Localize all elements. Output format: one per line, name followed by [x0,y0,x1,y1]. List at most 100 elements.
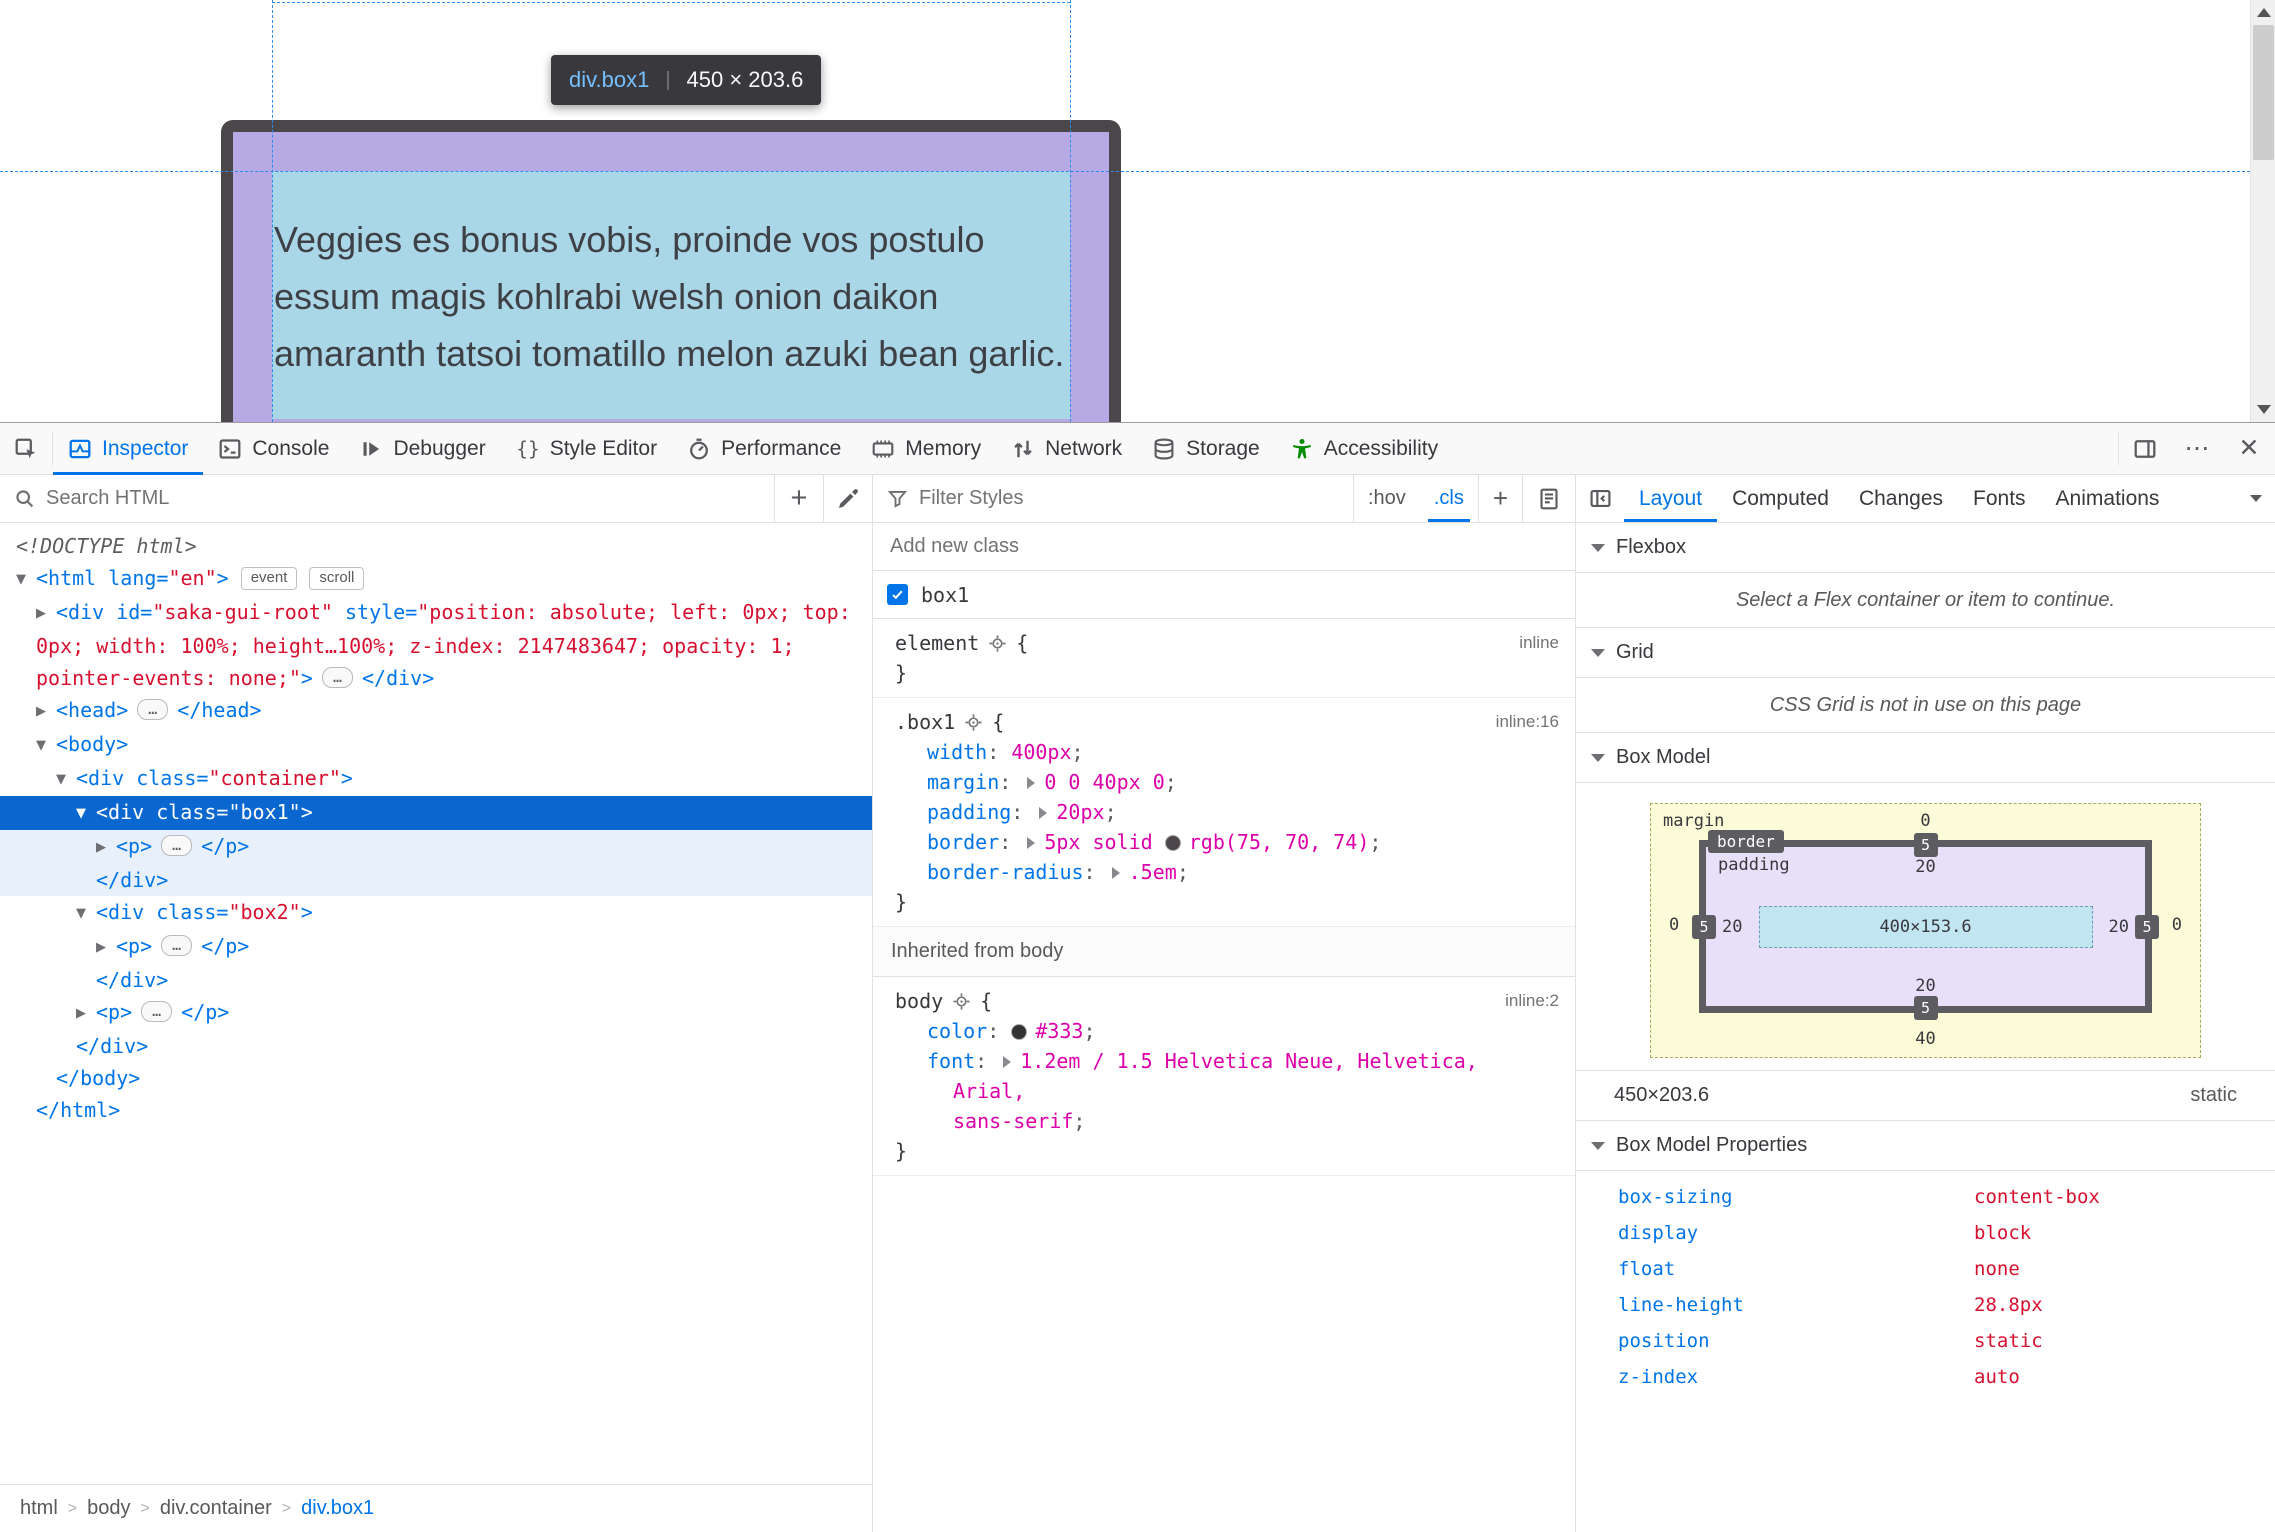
selector-highlighter-icon[interactable] [988,634,1007,653]
padding-right-value[interactable]: 20 [2109,917,2129,937]
property-value-continued[interactable]: sans-serif [953,1109,1073,1133]
rule-source-link[interactable]: inline [1519,628,1559,658]
color-swatch[interactable] [1011,1024,1028,1040]
expand-arrow-icon[interactable]: ▶ [36,598,56,630]
attribute-value[interactable]: "container" [208,766,340,790]
property-value[interactable]: 0 0 40px 0 [1044,770,1164,794]
tool-tab-memory[interactable]: Memory [856,423,996,474]
expand-shorthand-icon[interactable] [1027,777,1036,789]
box-model-content-box[interactable]: 400×153.6 [1758,905,2093,948]
inline-expander[interactable]: … [161,835,193,856]
rule-selector[interactable]: .box1 [895,707,955,737]
property-name[interactable]: border-radius [927,860,1084,884]
selector-highlighter-icon[interactable] [952,992,971,1011]
markup-doctype[interactable]: <!DOCTYPE html> [0,530,872,562]
all-tabs-menu-button[interactable] [2237,475,2275,522]
expand-arrow-icon[interactable]: ▶ [96,932,116,964]
breadcrumb-item-html[interactable]: html [10,1492,68,1525]
add-rule-button[interactable]: + [1477,475,1522,522]
css-declaration[interactable]: color: #333; [895,1016,1559,1046]
markup-node[interactable]: ▶ <div id="saka-gui-root" style="position… [0,596,872,694]
property-name[interactable]: z-index [1618,1366,1974,1388]
sidebar-tab-fonts[interactable]: Fonts [1958,475,2041,522]
rule-source-link[interactable]: inline:16 [1496,707,1559,737]
padding-top-value[interactable]: 20 [1915,857,1935,877]
class-checkbox[interactable] [887,584,908,605]
grid-section-header[interactable]: Grid [1576,628,2275,678]
border-bottom-value[interactable]: 5 [1913,996,1938,1020]
margin-bottom-value[interactable]: 40 [1915,1029,1935,1049]
property-value[interactable]: .5em [1129,860,1177,884]
expand-arrow-icon[interactable]: ▶ [76,998,96,1030]
rule-selector[interactable]: body [895,986,943,1016]
markup-node[interactable]: ▼ <html lang="en"> event scroll [0,562,872,596]
scroll-down-button[interactable] [2251,397,2275,422]
expand-shorthand-icon[interactable] [1027,837,1036,849]
attribute-value[interactable]: "saka-gui-root" [152,600,333,624]
expand-shorthand-icon[interactable] [1039,807,1048,819]
markup-node[interactable]: ▶ <p> … </p> [0,930,872,964]
collapse-arrow-icon[interactable]: ▼ [16,564,36,596]
property-value[interactable]: 400px [1011,740,1071,764]
expand-arrow-icon[interactable]: ▶ [96,832,116,864]
markup-node[interactable]: ▼ <div class="container"> [0,762,872,796]
attribute-value[interactable]: "box1" [228,800,300,824]
attribute-value[interactable]: "box2" [228,900,300,924]
inline-expander[interactable]: … [161,935,193,956]
search-html-input[interactable]: Search HTML [0,475,774,522]
event-badge[interactable]: event [240,567,298,590]
css-declaration[interactable]: border: 5px solid rgb(75, 70, 74); [895,827,1559,857]
markup-closing-tag[interactable]: </div> [0,864,872,896]
markup-closing-tag[interactable]: </div> [0,1030,872,1062]
css-declaration[interactable]: border-radius: .5em; [895,857,1559,887]
markup-closing-tag[interactable]: </body> [0,1062,872,1094]
border-right-value[interactable]: 5 [2135,914,2159,939]
sidebar-tab-changes[interactable]: Changes [1844,475,1958,522]
add-new-class-input[interactable]: Add new class [873,523,1575,571]
property-name[interactable]: display [1618,1222,1974,1244]
border-top-value[interactable]: 5 [1913,833,1938,857]
property-name[interactable]: font [927,1049,975,1073]
markup-node[interactable]: ▼ <div class="box2"> [0,896,872,930]
collapse-arrow-icon[interactable]: ▼ [76,798,96,830]
markup-closing-tag[interactable]: </html> [0,1094,872,1126]
filter-styles-input[interactable]: Filter Styles [873,475,1353,522]
border-left-value[interactable]: 5 [1692,914,1716,939]
margin-right-value[interactable]: 0 [2172,915,2182,935]
breadcrumb-item-div-box1[interactable]: div.box1 [291,1492,384,1525]
tool-tab-inspector[interactable]: Inspector [53,423,204,475]
tool-tab-accessibility[interactable]: Accessibility [1275,423,1453,474]
color-swatch[interactable] [1164,835,1181,851]
tool-tab-performance[interactable]: Performance [672,423,856,474]
property-value[interactable]: 1.2em / 1.5 Helvetica Neue, Helvetica, A… [953,1049,1478,1103]
property-value[interactable]: 20px [1056,800,1104,824]
padding-left-value[interactable]: 20 [1722,917,1742,937]
markup-node[interactable]: ▼ <div class="box1"> [0,796,872,830]
scroll-up-button[interactable] [2251,0,2275,25]
padding-bottom-value[interactable]: 20 [1915,976,1935,996]
add-node-button[interactable]: + [774,475,823,522]
margin-left-value[interactable]: 0 [1669,915,1679,935]
sidebar-tab-animations[interactable]: Animations [2041,475,2175,522]
breadcrumb-item-div-container[interactable]: div.container [150,1492,282,1525]
close-devtools-button[interactable]: ✕ [2223,423,2275,474]
attribute-value[interactable]: "en" [168,566,216,590]
property-name[interactable]: float [1618,1258,1974,1280]
property-name[interactable]: margin [927,770,999,794]
rule-selector[interactable]: element [895,628,979,658]
property-value[interactable]: rgb(75, 70, 74) [1189,830,1370,854]
tool-tab-style-editor[interactable]: {} Style Editor [501,423,672,474]
property-name[interactable]: color [927,1019,987,1043]
breadcrumb-item-body[interactable]: body [77,1492,140,1525]
markup-node[interactable]: ▶ <p> … </p> [0,830,872,864]
expand-arrow-icon[interactable]: ▶ [36,696,56,728]
css-declaration[interactable]: font: 1.2em / 1.5 Helvetica Neue, Helvet… [895,1046,1559,1136]
eyedropper-button[interactable] [823,475,872,522]
inline-expander[interactable]: … [137,699,169,720]
markup-node[interactable]: ▼ <body> [0,728,872,762]
scrollbar-thumb[interactable] [2253,25,2274,160]
property-name[interactable]: width [927,740,987,764]
css-declaration[interactable]: width: 400px; [895,737,1559,767]
markup-node[interactable]: ▶ <head> … </head> [0,694,872,728]
expand-shorthand-icon[interactable] [1111,867,1120,879]
